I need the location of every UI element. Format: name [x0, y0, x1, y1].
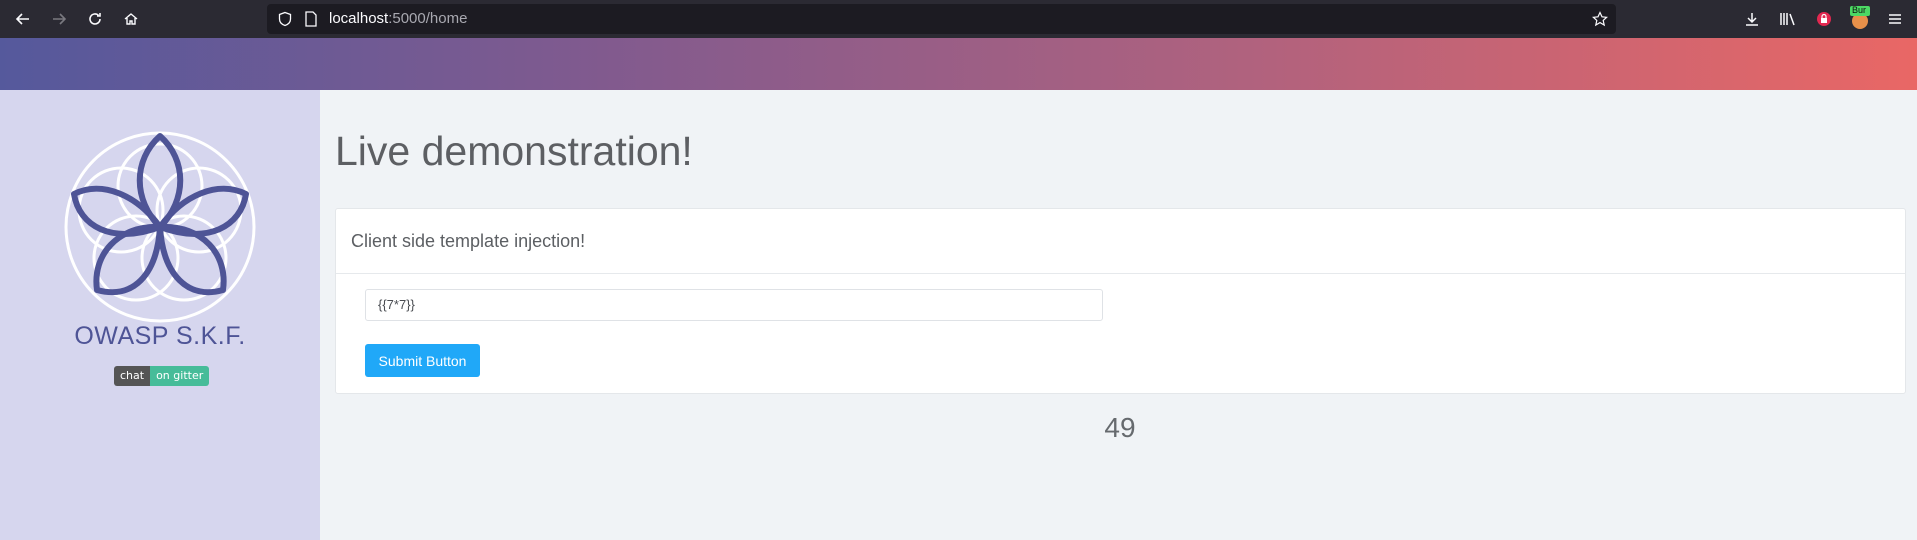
- header-banner: [0, 38, 1917, 90]
- downloads-icon[interactable]: [1742, 9, 1762, 29]
- back-icon[interactable]: [12, 8, 34, 30]
- burp-badge-text: Bur: [1852, 5, 1867, 15]
- shield-icon[interactable]: [275, 9, 295, 29]
- reload-icon[interactable]: [84, 8, 106, 30]
- page-icon: [301, 9, 321, 29]
- url-text[interactable]: localhost:5000/home: [329, 10, 467, 27]
- demo-card: Client side template injection! {{7*7}} …: [335, 208, 1906, 394]
- sidebar: OWASP S.K.F. chat on gitter: [0, 90, 320, 540]
- gitter-badge-left: chat: [114, 366, 151, 386]
- template-input[interactable]: {{7*7}}: [365, 289, 1103, 321]
- card-header: Client side template injection!: [336, 209, 1905, 274]
- submit-button[interactable]: Submit Button: [365, 344, 480, 377]
- owasp-skf-logo: [63, 130, 257, 324]
- bookmark-star-icon[interactable]: [1590, 9, 1610, 29]
- result-output: 49: [1104, 412, 1136, 443]
- gitter-badge[interactable]: chat on gitter: [114, 366, 210, 386]
- forward-icon[interactable]: [48, 8, 70, 30]
- menu-icon[interactable]: [1885, 9, 1905, 29]
- home-icon[interactable]: [120, 8, 142, 30]
- burp-proxy-icon[interactable]: Bur: [1849, 5, 1871, 31]
- brand-name: OWASP S.K.F.: [74, 322, 246, 350]
- page-title: Live demonstration!: [335, 128, 693, 174]
- address-bar[interactable]: localhost:5000/home: [267, 4, 1616, 34]
- browser-toolbar: localhost:5000/home Bur: [0, 0, 1917, 38]
- gitter-badge-right: on gitter: [150, 366, 210, 386]
- library-icon[interactable]: [1778, 9, 1798, 29]
- lock-addon-icon[interactable]: [1814, 9, 1834, 29]
